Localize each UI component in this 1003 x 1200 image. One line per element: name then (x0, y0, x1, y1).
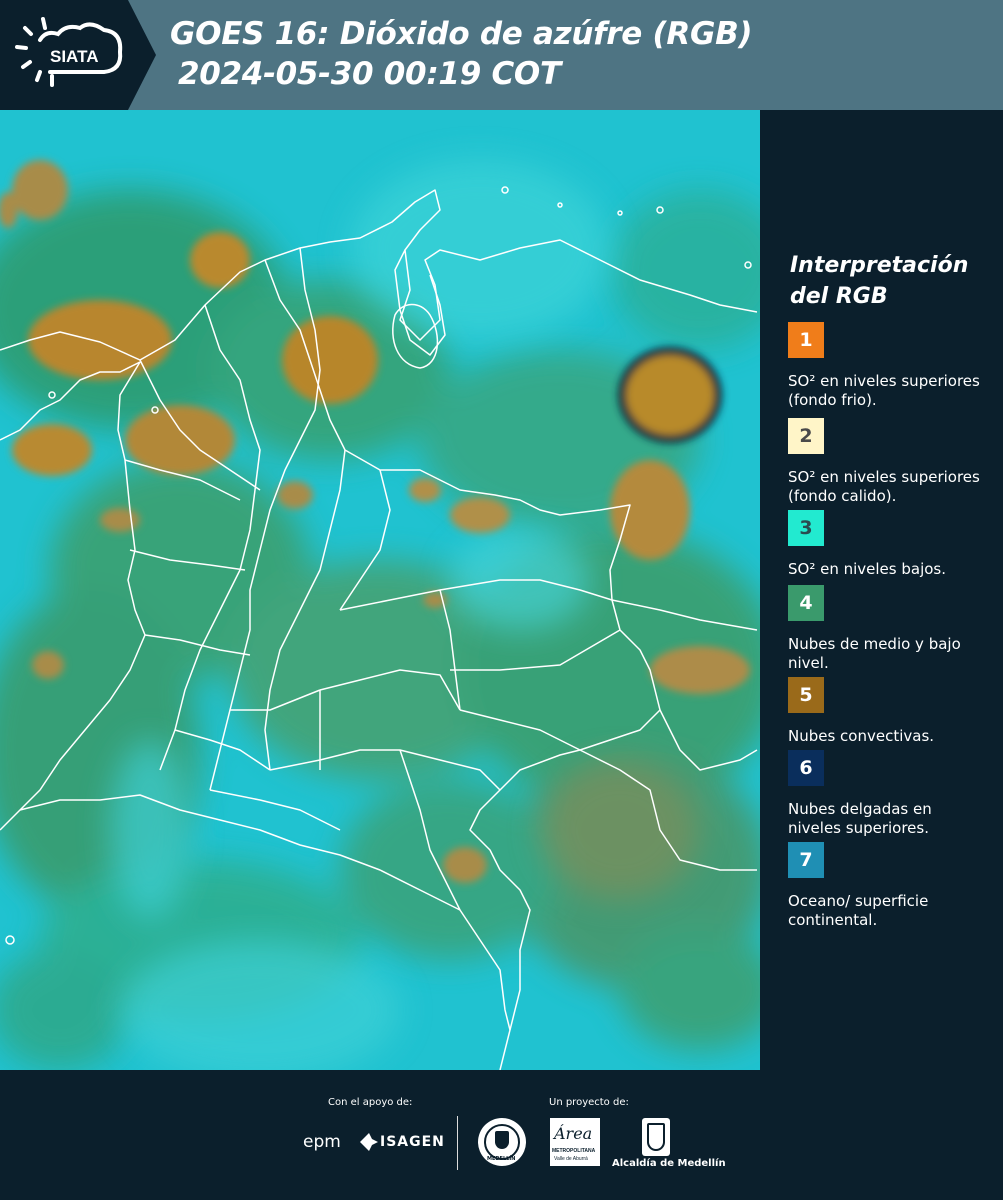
area-logo-text: Área (554, 1124, 593, 1143)
legend-swatch-3: 3 (788, 510, 824, 546)
legend-item-1: 1 SO² en niveles superiores (fondo frio)… (788, 322, 988, 410)
legend-item-2: 2 SO² en niveles superiores (fondo calid… (788, 418, 988, 506)
siata-logo: SIATA (0, 0, 158, 110)
footer: Con el apoyo de: Un proyecto de: epm ISA… (0, 1070, 1003, 1200)
area-caption-2: Valle de Aburrá (554, 1156, 588, 1162)
legend-desc-6: Nubes delgadas en niveles superiores. (788, 800, 932, 837)
page-title: GOES 16: Dióxido de azúfre (RGB) (170, 16, 753, 52)
isagen-icon (360, 1133, 378, 1151)
legend-swatch-4: 4 (788, 585, 824, 621)
satellite-map (0, 110, 760, 1070)
isagen-logo: ISAGEN (380, 1134, 445, 1150)
legend-item-7: 7 Oceano/ superficie continental. (788, 842, 988, 930)
legend-swatch-7: 7 (788, 842, 824, 878)
alcaldia-shield-icon (642, 1118, 670, 1156)
legend-swatch-1: 1 (788, 322, 824, 358)
project-label: Un proyecto de: (549, 1097, 629, 1108)
support-label: Con el apoyo de: (328, 1097, 413, 1108)
footer-divider (457, 1116, 458, 1170)
area-caption-1: METROPOLITANA (552, 1148, 596, 1154)
legend-desc-3: SO² en niveles bajos. (788, 560, 947, 578)
legend-desc-2: SO² en niveles superiores (fondo calido)… (788, 468, 980, 505)
legend-desc-7: Oceano/ superficie continental. (788, 892, 929, 929)
seal-caption: MEDELLÍN (487, 1156, 516, 1162)
alcaldia-caption: Alcaldía de Medellín (612, 1158, 726, 1169)
legend-title: Interpretación del RGB (790, 253, 969, 309)
header-bar: SIATA GOES 16: Dióxido de azúfre (RGB) 2… (0, 0, 1003, 110)
legend-desc-1: SO² en niveles superiores (fondo frio). (788, 372, 980, 409)
legend-panel: Interpretación del RGB 1 SO² en niveles … (760, 110, 1003, 1070)
legend-desc-4: Nubes de medio y bajo nivel. (788, 635, 961, 672)
legend-item-4: 4 Nubes de medio y bajo nivel. (788, 585, 988, 673)
area-metropolitana-logo: Área METROPOLITANA Valle de Aburrá (550, 1118, 600, 1166)
legend-desc-5: Nubes convectivas. (788, 727, 935, 745)
legend-item-6: 6 Nubes delgadas en niveles superiores. (788, 750, 988, 838)
legend-swatch-2: 2 (788, 418, 824, 454)
legend-swatch-5: 5 (788, 677, 824, 713)
logo-text: SIATA (50, 47, 98, 66)
legend-swatch-6: 6 (788, 750, 824, 786)
epm-logo: epm (303, 1132, 341, 1152)
legend-item-5: 5 Nubes convectivas. (788, 677, 988, 746)
timestamp: 2024-05-30 00:19 COT (178, 56, 561, 92)
legend-item-3: 3 SO² en niveles bajos. (788, 510, 988, 579)
